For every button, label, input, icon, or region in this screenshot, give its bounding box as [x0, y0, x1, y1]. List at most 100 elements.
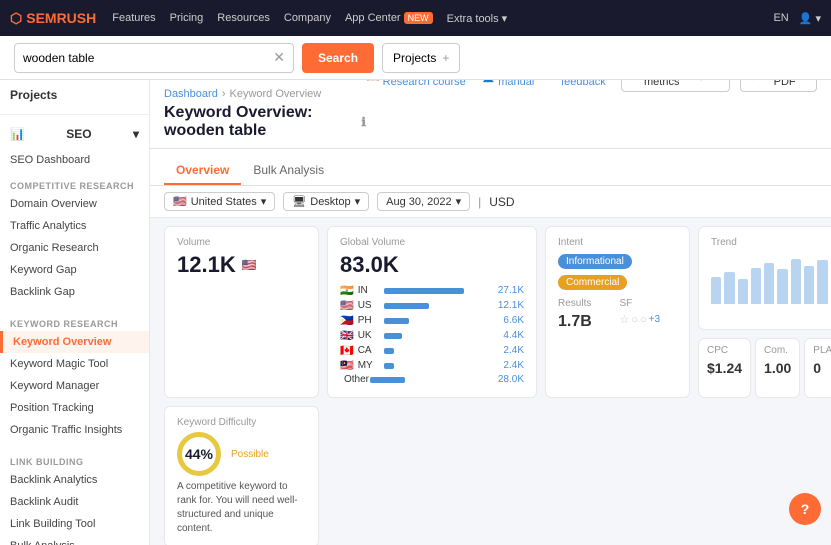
country-code-PH: PH	[358, 315, 380, 326]
country-row-item: 🇬🇧 UK 4.4K	[340, 329, 524, 342]
info-icon[interactable]: ℹ	[361, 115, 366, 129]
country-value-CA: 2.4K	[503, 345, 524, 356]
sidebar-item-organic-traffic-insights[interactable]: Organic Traffic Insights	[0, 419, 149, 441]
sidebar-seo-icon: 📊	[10, 127, 25, 141]
country-code-US: US	[358, 300, 380, 311]
intent-badges: Informational Commercial	[558, 254, 677, 290]
search-bar: ✕ Search Projects +	[0, 36, 831, 80]
nav-pricing[interactable]: Pricing	[170, 12, 204, 24]
country-bar-UK	[384, 333, 402, 339]
breadcrumb-dashboard[interactable]: Dashboard	[164, 88, 218, 100]
trend-bars	[711, 254, 831, 304]
pla-value: 0	[813, 360, 831, 376]
results-label: Results	[558, 298, 616, 309]
sidebar-section-title-competitive: COMPETITIVE RESEARCH	[0, 177, 149, 193]
sidebar-item-backlink-analytics[interactable]: Backlink Analytics	[0, 469, 149, 491]
keyword-research-course-link[interactable]: 📖 Keyword Research course	[366, 80, 472, 88]
sidebar-item-domain-overview[interactable]: Domain Overview	[0, 193, 149, 215]
sidebar-item-keyword-manager[interactable]: Keyword Manager	[0, 375, 149, 397]
projects-label: Projects	[393, 51, 436, 65]
tab-overview[interactable]: Overview	[164, 157, 241, 185]
breadcrumb-separator: ›	[222, 88, 226, 100]
send-feedback-link[interactable]: ✉ Send feedback	[549, 80, 611, 88]
kd-row: 44% Possible	[177, 432, 306, 476]
date-filter[interactable]: Aug 30, 2022 ▾	[377, 192, 470, 211]
volume-flag: 🇺🇸	[242, 258, 257, 272]
nav-extra-tools[interactable]: Extra tools ▾	[447, 12, 508, 25]
user-icon[interactable]: 👤 ▾	[799, 12, 821, 25]
global-volume-label: Global Volume	[340, 237, 524, 248]
trend-bar-item	[791, 259, 801, 304]
logo-text: SEMRUSH	[26, 10, 96, 26]
add-project-icon[interactable]: +	[442, 51, 449, 65]
country-row-item: 🇨🇦 CA 2.4K	[340, 344, 524, 357]
help-badge[interactable]: ?	[789, 493, 821, 525]
header-actions: 📖 Keyword Research course 👤 User manual …	[366, 80, 817, 92]
search-button[interactable]: Search	[302, 43, 374, 73]
com-card: Com. 1.00	[755, 338, 800, 398]
country-value-Other: 28.0K	[498, 374, 524, 385]
country-code-CA: CA	[358, 345, 380, 356]
intent-label: Intent	[558, 237, 677, 248]
sidebar-section-link-building: LINK BUILDING Backlink Analytics Backlin…	[0, 447, 149, 545]
sidebar-item-keyword-gap[interactable]: Keyword Gap	[0, 259, 149, 281]
sf-label: SF	[620, 298, 678, 309]
sidebar-item-seo-dashboard[interactable]: SEO Dashboard	[0, 149, 149, 171]
nav-app-center[interactable]: App Center NEW	[345, 12, 433, 24]
com-value: 1.00	[764, 360, 791, 376]
country-row-item: 🇮🇳 IN 27.1K	[340, 284, 524, 297]
page-title: Keyword Overview: wooden table ℹ	[164, 104, 366, 140]
tab-bulk-analysis[interactable]: Bulk Analysis	[241, 157, 336, 185]
kd-description: A competitive keyword to rank for. You w…	[177, 480, 306, 536]
clear-icon[interactable]: ✕	[273, 49, 285, 66]
chevron-down-icon: ▾	[133, 127, 139, 141]
trend-bar-item	[711, 277, 721, 304]
lang-selector[interactable]: EN	[773, 12, 788, 24]
sidebar-projects-label: Projects	[10, 88, 57, 102]
kd-card: Keyword Difficulty 44% Possible A compet…	[164, 406, 319, 545]
trend-bar-item	[751, 268, 761, 304]
nav-resources[interactable]: Resources	[217, 12, 270, 24]
feedback-icon: ✉	[549, 80, 558, 83]
sidebar-item-seo[interactable]: 📊 SEO ▾	[0, 119, 149, 149]
sidebar-item-keyword-overview[interactable]: Keyword Overview	[0, 331, 149, 353]
sidebar-item-backlink-audit[interactable]: Backlink Audit	[0, 491, 149, 513]
sf-extra: +3	[649, 314, 660, 325]
trend-bar-item	[817, 260, 827, 304]
sidebar-item-bulk-analysis[interactable]: Bulk Analysis	[0, 535, 149, 545]
projects-button[interactable]: Projects +	[382, 43, 460, 73]
nav-company[interactable]: Company	[284, 12, 331, 24]
sidebar-item-organic-research[interactable]: Organic Research	[0, 237, 149, 259]
sidebar-item-traffic-analytics[interactable]: Traffic Analytics	[0, 215, 149, 237]
page-title-text: Keyword Overview: wooden table	[164, 104, 355, 140]
badge-informational: Informational	[558, 254, 632, 269]
search-input[interactable]	[23, 51, 273, 65]
country-filter[interactable]: 🇺🇸 United States ▾	[164, 192, 275, 211]
country-value-IN: 27.1K	[498, 285, 524, 296]
export-pdf-button[interactable]: ⬇ Export to PDF	[740, 80, 817, 92]
country-flag: 🇺🇸	[173, 195, 187, 208]
sidebar-section-competitive: COMPETITIVE RESEARCH Domain Overview Tra…	[0, 171, 149, 309]
sidebar-item-link-building-tool[interactable]: Link Building Tool	[0, 513, 149, 535]
filter-separator: |	[478, 195, 481, 209]
country-flag-IN: 🇮🇳	[340, 284, 354, 297]
sidebar-item-keyword-magic-tool[interactable]: Keyword Magic Tool	[0, 353, 149, 375]
sidebar-section-keyword-research: KEYWORD RESEARCH Keyword Overview Keywor…	[0, 309, 149, 447]
device-filter[interactable]: 🖥 Desktop ▾	[283, 192, 369, 211]
country-flag-US: 🇺🇸	[340, 299, 354, 312]
sidebar-item-projects[interactable]: Projects	[0, 80, 149, 110]
nav-features[interactable]: Features	[112, 12, 155, 24]
country-value-US: 12.1K	[498, 300, 524, 311]
content-area: Dashboard › Keyword Overview Keyword Ove…	[150, 80, 831, 545]
kd-possible-label: Possible	[231, 449, 269, 460]
sidebar-item-position-tracking[interactable]: Position Tracking	[0, 397, 149, 419]
update-metrics-button[interactable]: ↻ Update metrics 1/1,000	[621, 80, 730, 92]
user-manual-link[interactable]: 👤 User manual	[482, 80, 539, 88]
volume-card: Volume 12.1K 🇺🇸	[164, 226, 319, 398]
trend-bar-item	[777, 269, 787, 304]
refresh-icon: ↻	[630, 80, 639, 83]
sidebar-item-backlink-gap[interactable]: Backlink Gap	[0, 281, 149, 303]
sidebar-divider-1	[0, 114, 149, 115]
intent-card: Intent Informational Commercial Results …	[545, 226, 690, 398]
country-value-UK: 4.4K	[503, 330, 524, 341]
